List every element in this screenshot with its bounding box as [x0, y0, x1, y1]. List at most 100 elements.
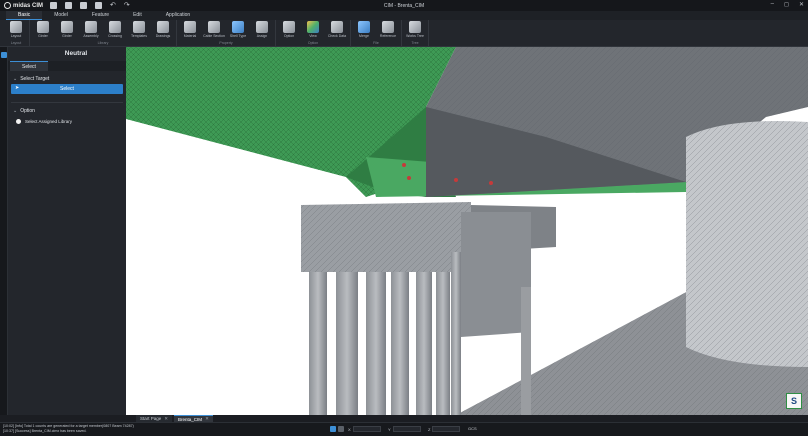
- ribbon-group-tree: Works Tree Tree: [402, 20, 429, 46]
- ribbon-button-girder[interactable]: Girder: [32, 21, 54, 38]
- select-button[interactable]: ➤ Select: [11, 84, 123, 94]
- ribbon-group-file: Merge Reference File: [351, 20, 402, 46]
- ribbon-button-option[interactable]: Option: [278, 21, 300, 38]
- ribbon-button-works-tree[interactable]: Works Tree: [404, 21, 426, 38]
- menu-tab-model[interactable]: Model: [42, 11, 80, 20]
- coord-x-field[interactable]: [352, 426, 381, 432]
- close-icon[interactable]: ✕: [799, 1, 804, 8]
- assign-icon: [256, 21, 268, 33]
- ribbon-button-crossing[interactable]: Crossing: [104, 21, 126, 38]
- document-tab[interactable]: Brenta_CIM ✕: [174, 415, 213, 422]
- ribbon-button-label: Merge: [359, 34, 369, 38]
- ribbon-button-label: Crossing: [108, 34, 122, 38]
- menu-bar: Basic Model Feature Edit Application: [0, 11, 808, 20]
- menu-tab-application[interactable]: Application: [154, 11, 202, 20]
- view-icon: [307, 21, 319, 33]
- ribbon-button-assembly[interactable]: Assembly: [80, 21, 102, 38]
- ribbon-button-view[interactable]: View: [302, 21, 324, 38]
- redo-icon[interactable]: ↷: [124, 2, 130, 9]
- ribbon-button-label: Drawings: [155, 34, 171, 38]
- app-name: midas CIM: [13, 2, 44, 9]
- document-tab-label: Start Page: [140, 416, 162, 421]
- ribbon-button-drawings[interactable]: Drawings: [152, 21, 174, 38]
- ribbon-button-label: Cable Section: [203, 34, 225, 38]
- ribbon-button-reference[interactable]: Reference: [377, 21, 399, 38]
- works-tree-icon: [409, 21, 421, 33]
- neutral-panel: Neutral Select ⌄ Select Target ➤ Select …: [8, 47, 126, 415]
- section-label: Option: [20, 107, 35, 114]
- radio-button[interactable]: [16, 119, 21, 124]
- snap-icon[interactable]: [330, 426, 336, 432]
- save-icon[interactable]: [80, 2, 87, 9]
- ribbon-button-label: Assign: [256, 34, 268, 38]
- reference-icon: [382, 21, 394, 33]
- ribbon-button-label: Assembly: [83, 34, 99, 38]
- select-button-label: Select: [60, 86, 74, 92]
- ribbon-group-library: Girder Girder Assembly Crossing Templates Dra…: [30, 20, 177, 46]
- save-as-icon[interactable]: [95, 2, 102, 9]
- ribbon-button-label: Girder: [62, 34, 72, 38]
- view-cube-badge[interactable]: S: [786, 393, 802, 409]
- ribbon-group-option: Option View Check Data Option: [276, 20, 351, 46]
- ribbon-button-shell-type[interactable]: Shell Type: [227, 21, 249, 38]
- document-tab[interactable]: Start Page ✕: [136, 415, 173, 422]
- ribbon-button-label: Shell Type: [229, 34, 247, 38]
- message-log: [10:02] [Info] Total 1 counts are genera…: [3, 424, 134, 434]
- close-icon[interactable]: ✕: [164, 416, 168, 422]
- minimize-icon[interactable]: –: [771, 1, 774, 8]
- coord-label: Y: [388, 426, 391, 432]
- chevron-down-icon: ⌄: [13, 107, 18, 114]
- menu-tab-feature[interactable]: Feature: [80, 11, 121, 20]
- maximize-icon[interactable]: ◻: [784, 1, 789, 8]
- ribbon-button-cable-section[interactable]: Cable Section: [203, 21, 225, 38]
- drawings-icon: [157, 21, 169, 33]
- ribbon-button-label: Option: [283, 34, 295, 38]
- ribbon-button-label: Reference: [379, 34, 397, 38]
- ribbon-button-label: Works Tree: [406, 34, 424, 38]
- templates-icon: [133, 21, 145, 33]
- ribbon-button-check-data[interactable]: Check Data: [326, 21, 348, 38]
- ribbon-group-layout: Layout Layout: [3, 20, 30, 46]
- ribbon-button-girder[interactable]: Girder: [56, 21, 78, 38]
- assembly-icon: [85, 21, 97, 33]
- select-target-header[interactable]: ⌄ Select Target: [8, 74, 126, 83]
- select-assigned-library-option[interactable]: Select Assigned Library: [8, 119, 126, 124]
- ribbon-button-merge[interactable]: Merge: [353, 21, 375, 38]
- tab-select[interactable]: Select: [10, 61, 48, 71]
- ribbon-group-label: Library: [97, 41, 109, 45]
- layout-icon: [10, 21, 22, 33]
- panel-toggle-icon[interactable]: [1, 52, 7, 58]
- undo-icon[interactable]: ↶: [110, 2, 116, 9]
- coord-label: X: [348, 426, 351, 432]
- ribbon-button-assign[interactable]: Assign: [251, 21, 273, 38]
- ribbon-items: Layout: [5, 20, 27, 41]
- cursor-icon: ➤: [15, 85, 20, 91]
- midas-logo-icon: [4, 2, 11, 9]
- model-viewport[interactable]: S: [126, 47, 808, 415]
- ribbon-button-layout[interactable]: Layout: [5, 21, 27, 38]
- document-tabs: Start Page ✕ Brenta_CIM ✕: [126, 415, 808, 422]
- panel-tabs: Select: [8, 61, 126, 71]
- title-bar: midas CIM ↶ ↷ CIM - Brenta_CIM – ◻ ✕: [0, 0, 808, 11]
- coord-y: Y: [388, 426, 421, 432]
- coord-system[interactable]: GCS: [468, 426, 477, 431]
- menu-tab-basic[interactable]: Basic: [6, 11, 43, 20]
- ribbon-button-templates[interactable]: Templates: [128, 21, 150, 38]
- coord-z-field[interactable]: [432, 426, 461, 432]
- coord-y-field[interactable]: [392, 426, 421, 432]
- ribbon-group-label: Property: [219, 41, 233, 45]
- ribbon-group-label: Tree: [411, 41, 419, 45]
- grid-icon[interactable]: [338, 426, 344, 432]
- merge-icon: [358, 21, 370, 33]
- panel-title: Neutral: [64, 50, 88, 57]
- ribbon-items: Option View Check Data: [278, 20, 348, 41]
- ribbon-button-label: Girder: [38, 34, 48, 38]
- ribbon-button-label: Templates: [131, 34, 147, 38]
- check-data-icon: [331, 21, 343, 33]
- menu-tab-edit[interactable]: Edit: [121, 11, 154, 20]
- option-header[interactable]: ⌄ Option: [8, 106, 126, 115]
- new-file-icon[interactable]: [50, 2, 57, 9]
- window-controls: – ◻ ✕: [771, 1, 804, 8]
- open-file-icon[interactable]: [65, 2, 72, 9]
- ribbon-button-material[interactable]: Material: [179, 21, 201, 38]
